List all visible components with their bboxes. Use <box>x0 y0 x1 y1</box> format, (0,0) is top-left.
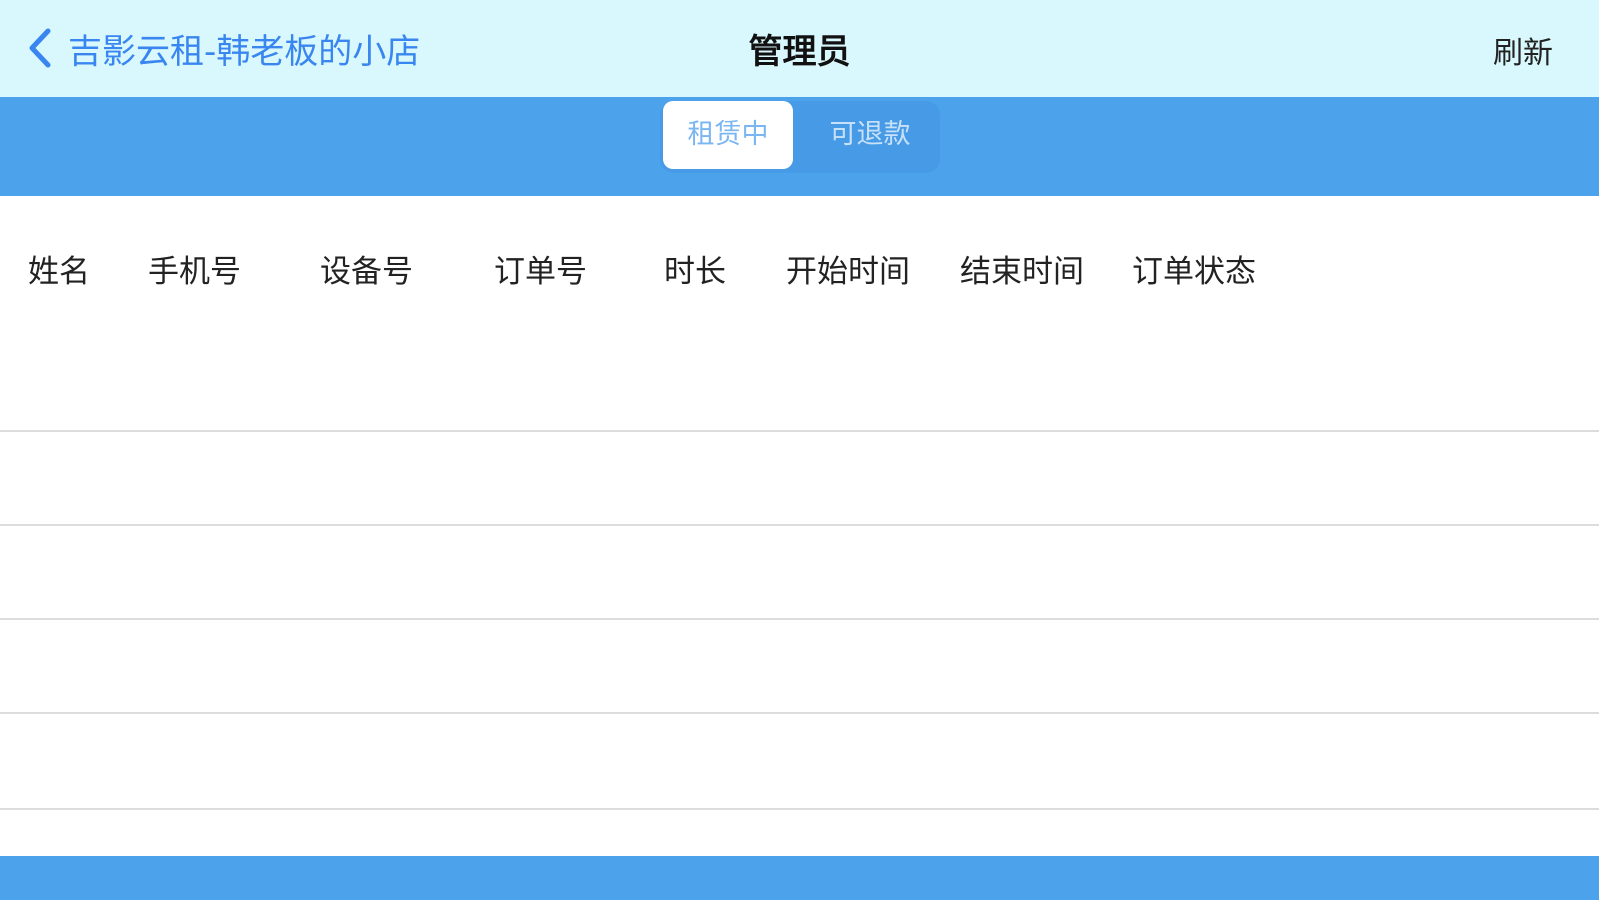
column-header-name: 姓名 <box>28 254 90 290</box>
tab-renting[interactable]: 租赁中 <box>663 101 793 169</box>
back-button[interactable]: 吉影云租-韩老板的小店 <box>24 22 420 74</box>
tab-refundable[interactable]: 可退款 <box>800 101 940 169</box>
table-row <box>0 526 1599 620</box>
column-header-end-time: 结束时间 <box>960 254 1084 290</box>
chevron-left-icon <box>29 28 51 68</box>
column-header-order: 订单号 <box>494 254 587 290</box>
segmented-control: 租赁中 可退款 <box>660 101 940 173</box>
table-header: 姓名 手机号 设备号 订单号 时长 开始时间 结束时间 订单状态 <box>0 196 1599 336</box>
table-row <box>0 620 1599 714</box>
column-header-duration: 时长 <box>664 254 726 290</box>
table-row <box>0 432 1599 526</box>
table-row <box>0 338 1599 432</box>
refresh-button[interactable]: 刷新 <box>1493 28 1553 72</box>
back-button-label: 吉影云租-韩老板的小店 <box>68 31 421 72</box>
page-title: 管理员 <box>748 32 851 72</box>
app-window: 吉影云租-韩老板的小店 管理员 刷新 租赁中 可退款 姓名 手机号 设备号 订单… <box>0 0 1599 900</box>
table-row <box>0 716 1599 810</box>
column-header-phone: 手机号 <box>148 254 241 290</box>
column-header-status: 订单状态 <box>1132 254 1256 290</box>
navigation-bar: 吉影云租-韩老板的小店 管理员 刷新 <box>0 0 1599 97</box>
column-header-device: 设备号 <box>320 254 413 290</box>
tab-strip: 租赁中 可退款 <box>0 97 1599 196</box>
bottom-bar <box>0 856 1599 900</box>
column-header-start-time: 开始时间 <box>786 254 910 290</box>
